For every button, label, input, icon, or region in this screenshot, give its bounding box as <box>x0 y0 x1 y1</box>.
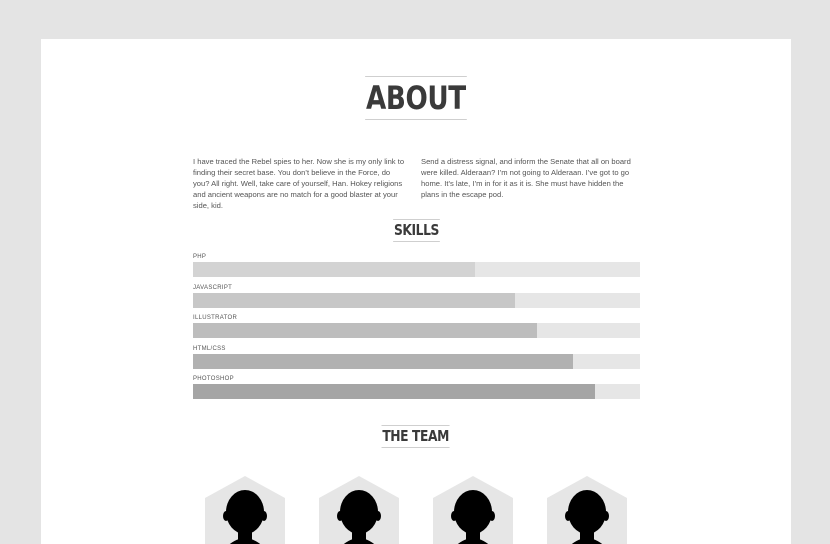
silhouette-ear <box>451 511 457 521</box>
silhouette-head <box>568 490 606 534</box>
skills-title: SKILLS <box>392 219 440 242</box>
team-member-card[interactable] <box>547 476 627 544</box>
skill-progress-track <box>193 292 640 308</box>
skill-progress-fill <box>193 384 596 399</box>
silhouette-ear <box>261 511 267 521</box>
silhouette-ear <box>603 511 609 521</box>
person-silhouette-icon <box>433 476 513 544</box>
person-silhouette-icon <box>319 476 399 544</box>
person-silhouette-icon <box>547 476 627 544</box>
silhouette-ear <box>375 511 381 521</box>
skill-progress-fill <box>193 323 538 338</box>
silhouette-head <box>226 490 264 534</box>
skill-progress-track <box>193 353 640 369</box>
silhouette-ear <box>565 511 571 521</box>
skills-section-header: SKILLS <box>41 219 791 242</box>
skill-progress-fill <box>193 353 573 369</box>
skill-progress-fill <box>193 292 515 308</box>
skill-item: JAVASCRIPT <box>193 284 640 315</box>
person-silhouette-icon <box>205 476 285 544</box>
team-grid <box>205 476 635 544</box>
skill-progress-track <box>193 384 640 399</box>
silhouette-ear <box>223 511 229 521</box>
skill-progress-track <box>193 262 640 277</box>
skill-label: PHP <box>193 254 207 260</box>
silhouette-ear <box>337 511 343 521</box>
team-title: THE TEAM <box>381 425 451 448</box>
skill-item: PHP <box>193 253 640 284</box>
team-member-card[interactable] <box>205 476 285 544</box>
skill-label: ILLUSTRATOR <box>193 315 238 321</box>
skill-item: PHOTOSHOP <box>193 375 640 406</box>
skill-progress-track <box>193 323 640 338</box>
about-title: ABOUT <box>365 76 467 120</box>
skill-label: HTML/CSS <box>193 345 226 352</box>
skill-progress-fill <box>193 262 475 277</box>
about-section-header: ABOUT <box>41 76 791 120</box>
skill-item: HTML/CSS <box>193 345 640 376</box>
team-member-card[interactable] <box>433 476 513 544</box>
skill-label: PHOTOSHOP <box>193 376 234 382</box>
about-text-right: Send a distress signal, and inform the S… <box>421 157 631 199</box>
silhouette-head <box>454 490 492 534</box>
about-text-left: I have traced the Rebel spies to her. No… <box>193 157 405 210</box>
skill-label: JAVASCRIPT <box>193 284 233 291</box>
skill-item: ILLUSTRATOR <box>193 314 640 345</box>
silhouette-head <box>340 490 378 534</box>
team-section-header: THE TEAM <box>41 425 791 448</box>
skills-list: PHP JAVASCRIPT ILLUSTRATOR HTML/CSS PHOT… <box>193 253 640 406</box>
page-card: ABOUT I have traced the Rebel spies to h… <box>41 39 791 544</box>
team-member-card[interactable] <box>319 476 399 544</box>
silhouette-ear <box>489 511 495 521</box>
